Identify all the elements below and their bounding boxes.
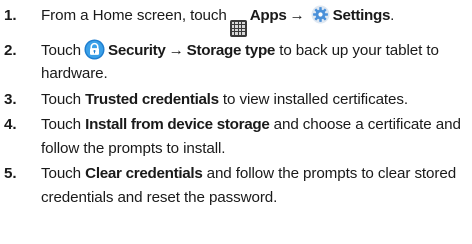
- step-text-end: .: [390, 7, 395, 24]
- step-text-part: Touch: [41, 165, 82, 182]
- step-3: 3. Touch Trusted credentials to view ins…: [0, 88, 472, 112]
- steps-list: 1. From a Home screen, touch Apps → Sett…: [0, 4, 472, 209]
- clear-credentials-label: Clear credentials: [85, 165, 203, 182]
- arrow-icon: →: [289, 7, 305, 24]
- security-label: Security: [108, 41, 166, 59]
- step-4: 4. Touch Install from device storage and…: [0, 113, 472, 160]
- step-text-part: to view installed certificates.: [222, 90, 408, 108]
- arrow-icon: →: [168, 41, 184, 59]
- step-number: 5.: [4, 165, 17, 182]
- step-number: 2.: [4, 41, 17, 59]
- step-text: Touch Install from device storage and ch…: [41, 116, 461, 157]
- step-number: 4.: [4, 116, 17, 133]
- step-text: Touch Clear credentials and follow the p…: [41, 165, 456, 206]
- settings-label: Settings: [332, 7, 391, 24]
- step-number: 1.: [4, 7, 17, 24]
- step-5: 5. Touch Clear credentials and follow th…: [0, 162, 472, 209]
- step-text: Touch Trusted credentials to view instal…: [41, 91, 408, 108]
- storage-type-label: Storage type: [186, 41, 276, 59]
- settings-gear-icon: [311, 5, 330, 24]
- step-text-part: From a Home screen, touch: [41, 7, 227, 24]
- step-1: 1. From a Home screen, touch Apps → Sett…: [0, 4, 472, 37]
- step-number: 3.: [4, 90, 17, 108]
- lock-icon: [84, 38, 105, 60]
- step-2: 2. Touch Security → Storage type to back u…: [0, 38, 472, 86]
- instruction-page: 1. From a Home screen, touch Apps → Sett…: [0, 0, 472, 244]
- apps-label: Apps: [249, 7, 287, 24]
- trusted-credentials-label: Trusted credentials: [85, 90, 219, 108]
- step-text: Touch Security → Storage type to back up y…: [41, 38, 439, 82]
- step-text-part: Touch: [41, 116, 82, 133]
- step-text-part: Touch: [41, 41, 82, 59]
- step-text: From a Home screen, touch Apps → Setting…: [41, 5, 395, 37]
- apps-grid-icon: [229, 19, 247, 37]
- step-text-part: Touch: [41, 90, 82, 108]
- install-from-device-storage-label: Install from device storage: [85, 116, 270, 133]
